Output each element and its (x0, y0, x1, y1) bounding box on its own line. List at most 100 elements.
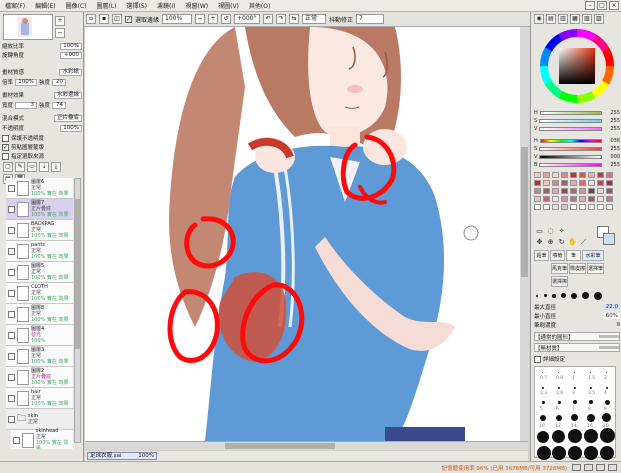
flip-icon[interactable]: ⇆ (289, 14, 300, 24)
size-grid-dot[interactable] (552, 446, 566, 460)
size-grid-dot[interactable] (574, 387, 576, 389)
zoom-select[interactable]: 100% (162, 14, 193, 24)
brush-texture-select[interactable]: 【無材質】 (535, 344, 563, 352)
maximize-icon[interactable]: □ (597, 1, 607, 10)
new-layer-icon[interactable]: ▢ (3, 162, 13, 172)
visibility-icon[interactable] (8, 184, 15, 192)
swatch[interactable] (570, 196, 577, 202)
swatch[interactable] (561, 204, 568, 210)
visibility-icon[interactable] (8, 394, 15, 402)
layer-row[interactable]: 圖層2 正片疊底 100% 實在 效果 (6, 367, 73, 388)
size-grid-dot[interactable] (568, 429, 582, 443)
rgb-r-slider[interactable]: S 255 (534, 146, 620, 152)
swatch[interactable] (606, 196, 613, 202)
size-preset[interactable] (582, 292, 589, 299)
magic-wand-icon[interactable]: ✧ (556, 226, 567, 237)
swatch[interactable] (552, 188, 559, 194)
swatch[interactable] (561, 180, 568, 186)
size-preset[interactable] (571, 293, 577, 299)
swatch[interactable] (588, 172, 595, 178)
zoom-in-icon[interactable]: + (208, 14, 219, 24)
size-grid-dot[interactable] (602, 413, 611, 422)
swatch[interactable] (561, 172, 568, 178)
layer-row[interactable]: 圖層4 發光 100% (6, 325, 73, 346)
visibility-icon[interactable] (8, 352, 15, 360)
swatch[interactable] (606, 204, 613, 210)
menu-file[interactable]: 檔案(F) (0, 1, 30, 10)
brush-tab-watercolor[interactable]: 水彩筆 (582, 250, 604, 261)
swatch[interactable] (606, 172, 613, 178)
texture-strength-value[interactable]: 20 (52, 78, 67, 86)
swatch[interactable] (597, 180, 604, 186)
canvas-vertical-scrollbar[interactable] (520, 27, 529, 441)
effect-strength-value[interactable]: 74 (52, 101, 67, 109)
selection-source-checkbox[interactable] (2, 152, 9, 160)
swatch[interactable] (588, 196, 595, 202)
layer-row[interactable]: CLOTH 正常 100% 實在 效果 (6, 283, 73, 304)
layer-row[interactable]: 圖層8 正常 100% 實在 效果 (6, 304, 73, 325)
nav-zoom-out-icon[interactable]: − (55, 28, 65, 38)
layer-row[interactable]: BACKPAG 正常 100% 實在 效果 (6, 220, 73, 241)
swatch[interactable] (606, 180, 613, 186)
brush-tab-airbrush[interactable]: 噴槍 (550, 250, 565, 261)
merge-down-icon[interactable]: ⤓ (51, 162, 61, 172)
close-icon[interactable]: × (609, 1, 619, 10)
size-grid-dot[interactable] (590, 387, 592, 389)
effect-select[interactable]: 水彩邊緣 (53, 91, 82, 99)
opacity-value[interactable]: 100% (60, 124, 82, 132)
layer-row[interactable]: 圖層3 正常 100% 實在 效果 (6, 346, 73, 367)
swatch[interactable] (579, 172, 586, 178)
texture-select[interactable]: 水彩紙 (59, 68, 82, 76)
swatch[interactable] (588, 204, 595, 210)
hsv-s-value[interactable]: 255 (604, 118, 620, 124)
menu-others[interactable]: 其他(O) (244, 1, 275, 10)
menu-canvas[interactable]: 圖像(C) (61, 1, 92, 10)
brush-shape-select[interactable]: 【通常的圓形】 (535, 333, 574, 341)
layer-row[interactable]: 圖層5 正常 100% 實在 效果 (6, 262, 73, 283)
hsv-s-slider[interactable]: S 255 (534, 118, 620, 124)
layer-row[interactable]: skinhead 正常 100% 實在 效果 (11, 428, 73, 449)
swatch[interactable] (606, 188, 613, 194)
swatch[interactable] (534, 196, 541, 202)
visibility-icon[interactable] (8, 268, 15, 276)
swatch[interactable] (561, 188, 568, 194)
rgb-g-value[interactable]: 000 (604, 154, 620, 160)
nav-zoom-in-icon[interactable]: + (55, 16, 65, 26)
hsv-h-slider[interactable]: H 255 (534, 110, 620, 116)
size-grid-dot[interactable] (537, 431, 549, 443)
brush-texture-slider[interactable] (599, 346, 619, 349)
navigator-preview[interactable] (3, 14, 53, 40)
rotate-tool-icon[interactable]: ↻ (556, 237, 567, 248)
visibility-icon[interactable] (8, 226, 15, 234)
swatch[interactable] (579, 204, 586, 210)
invert-selection-icon[interactable]: ▪ (99, 14, 109, 24)
visibility-icon[interactable] (13, 436, 20, 444)
swatch[interactable] (570, 188, 577, 194)
swatch[interactable] (534, 188, 541, 194)
angle-select[interactable]: +000° (234, 14, 261, 24)
swatch[interactable] (579, 188, 586, 194)
protect-opacity-checkbox[interactable] (2, 134, 9, 142)
size-grid-dot[interactable] (558, 387, 560, 389)
swatch[interactable] (543, 188, 550, 194)
layer-scroll-thumb[interactable] (75, 199, 80, 349)
visibility-icon[interactable] (8, 373, 15, 381)
lasso-icon[interactable]: ◌ (545, 226, 556, 237)
size-grid-dot[interactable] (574, 372, 575, 373)
canvas-horizontal-scrollbar[interactable] (85, 441, 528, 450)
swatch[interactable] (561, 196, 568, 202)
brush-shape-slider[interactable] (599, 335, 619, 338)
background-color[interactable] (603, 233, 615, 245)
swatch[interactable] (534, 180, 541, 186)
stabilizer-select[interactable]: 7 (356, 14, 385, 24)
menu-filter[interactable]: 濾鏡(I) (152, 1, 180, 10)
menu-edit[interactable]: 編輯(E) (30, 1, 60, 10)
show-selection-icon[interactable]: ◫ (112, 14, 122, 24)
zoom-reset-icon[interactable]: ↺ (221, 14, 232, 24)
rgb-g-slider[interactable]: V 000 (534, 154, 620, 160)
deselect-icon[interactable]: ▫ (86, 14, 96, 24)
swatch[interactable] (534, 172, 541, 178)
swatch[interactable] (588, 180, 595, 186)
visibility-icon[interactable] (8, 331, 15, 339)
document-tab[interactable]: 足球衣服.sai 100% (87, 452, 157, 460)
